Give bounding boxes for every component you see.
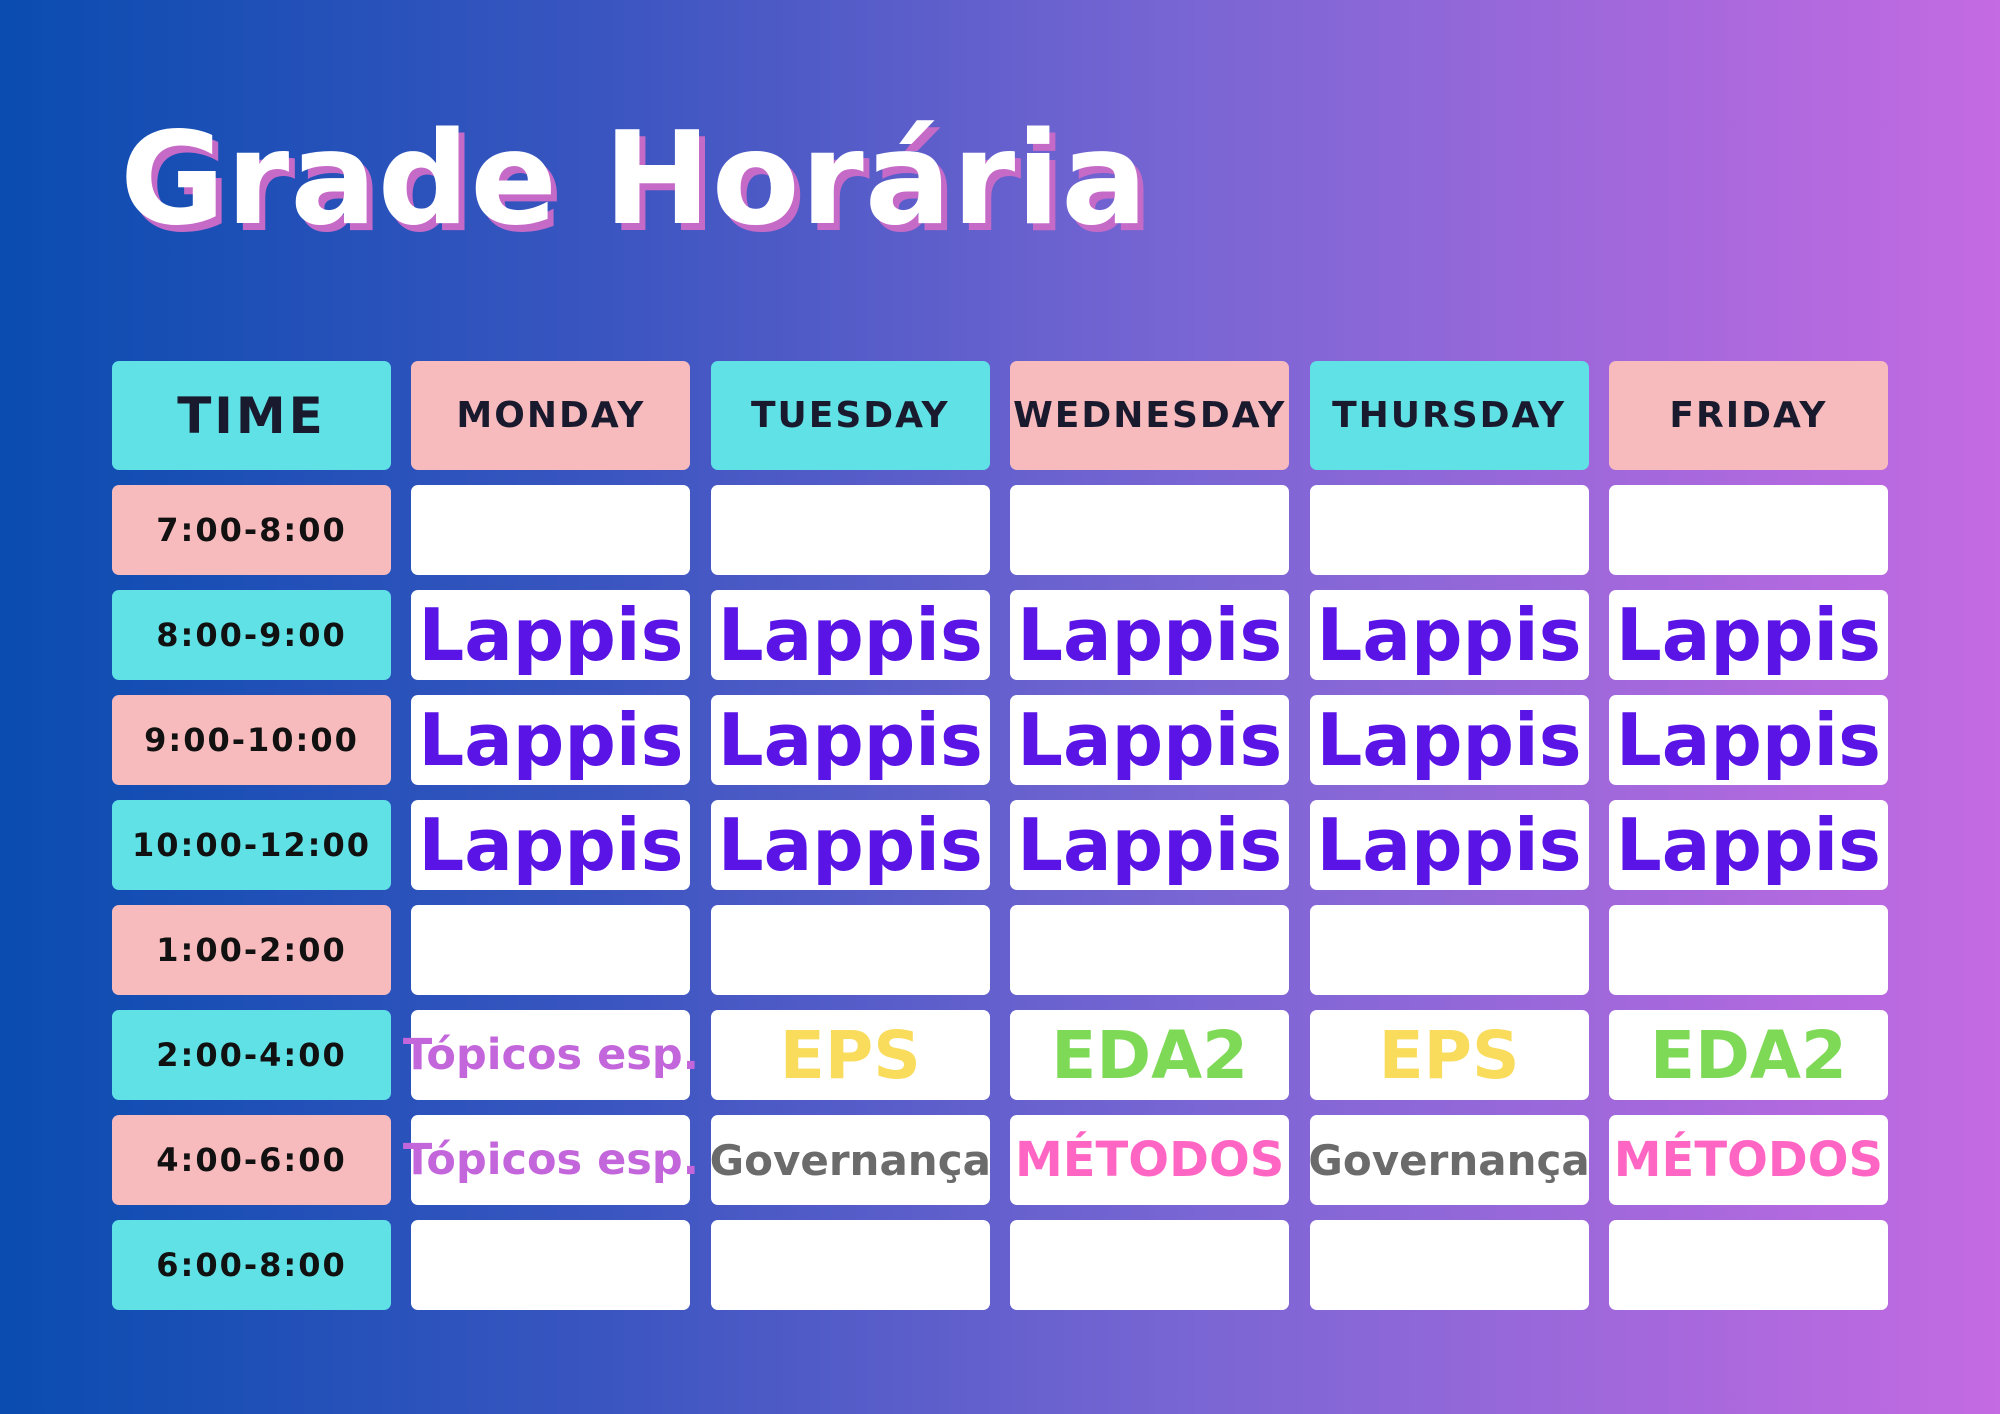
schedule-cell: [1309, 485, 1589, 575]
schedule-cell: Lappis: [1010, 590, 1290, 680]
header-friday: FRIDAY: [1608, 361, 1888, 470]
schedule-cell: Lappis: [1608, 695, 1888, 785]
schedule-cell: Lappis: [1309, 695, 1589, 785]
schedule-cell: Lappis: [1010, 695, 1290, 785]
schedule-cell: [1608, 485, 1888, 575]
header-wednesday: WEDNESDAY: [1010, 361, 1290, 470]
schedule-cell: [710, 1220, 990, 1310]
schedule-grid: TIME MONDAY TUESDAY WEDNESDAY THURSDAY F…: [112, 361, 1888, 1310]
schedule-cell: [1309, 905, 1589, 995]
time-slot: 4:00-6:00: [112, 1115, 391, 1205]
time-slot: 1:00-2:00: [112, 905, 391, 995]
time-slot: 2:00-4:00: [112, 1010, 391, 1100]
schedule-cell: [710, 485, 990, 575]
schedule-cell: Governança: [1308, 1115, 1590, 1205]
header-thursday: THURSDAY: [1309, 361, 1589, 470]
schedule-cell: Lappis: [1010, 800, 1290, 890]
schedule-cell: [1010, 485, 1290, 575]
schedule-cell: Tópicos esp.: [403, 1115, 699, 1205]
schedule-cell: EPS: [1309, 1010, 1589, 1100]
header-monday: MONDAY: [411, 361, 691, 470]
schedule-cell: Governança: [710, 1115, 991, 1205]
schedule-cell: [411, 905, 691, 995]
schedule-cell: [1608, 1220, 1888, 1310]
schedule-cell: Lappis: [1309, 590, 1589, 680]
schedule-cell: [1309, 1220, 1589, 1310]
schedule-cell: [411, 1220, 691, 1310]
schedule-cell: [710, 905, 990, 995]
schedule-cell: [1010, 1220, 1290, 1310]
schedule-cell: EPS: [710, 1010, 990, 1100]
schedule-cell: MÉTODOS: [1608, 1115, 1888, 1205]
schedule-cell: [1608, 905, 1888, 995]
schedule-cell: Lappis: [710, 695, 990, 785]
time-slot: 8:00-9:00: [112, 590, 391, 680]
schedule-cell: Tópicos esp.: [403, 1010, 699, 1100]
schedule-cell: Lappis: [1309, 800, 1589, 890]
schedule-cell: Lappis: [411, 590, 691, 680]
schedule-cell: Lappis: [1608, 800, 1888, 890]
page-title: Grade Horária: [120, 105, 1149, 254]
schedule-cell: [411, 485, 691, 575]
time-slot: 7:00-8:00: [112, 485, 391, 575]
schedule-cell: EDA2: [1010, 1010, 1290, 1100]
time-slot: 6:00-8:00: [112, 1220, 391, 1310]
schedule-cell: MÉTODOS: [1010, 1115, 1290, 1205]
schedule-cell: Lappis: [710, 800, 990, 890]
header-time: TIME: [112, 361, 391, 470]
schedule-cell: Lappis: [411, 695, 691, 785]
schedule-cell: Lappis: [710, 590, 990, 680]
schedule-cell: Lappis: [411, 800, 691, 890]
schedule-cell: [1010, 905, 1290, 995]
time-slot: 9:00-10:00: [112, 695, 391, 785]
schedule-cell: Lappis: [1608, 590, 1888, 680]
header-tuesday: TUESDAY: [710, 361, 990, 470]
time-slot: 10:00-12:00: [112, 800, 391, 890]
schedule-cell: EDA2: [1608, 1010, 1888, 1100]
